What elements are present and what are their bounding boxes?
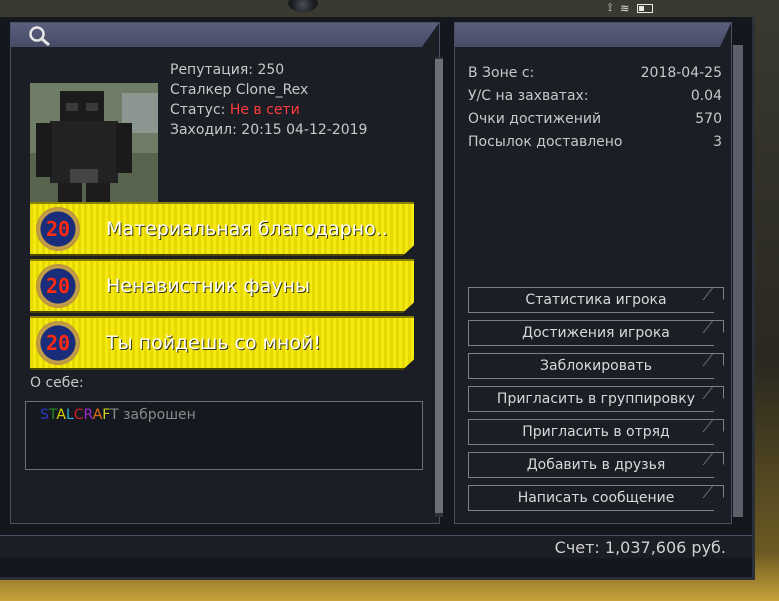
stalcraft-logo: STALCRAFT xyxy=(40,407,119,423)
scrollbar-thumb[interactable] xyxy=(435,59,443,513)
medal-icon: 20 xyxy=(36,264,80,308)
stat-value: 2018-04-25 xyxy=(640,65,722,81)
signal-icon: ⟟ xyxy=(608,1,613,14)
about-label: О себе: xyxy=(30,375,84,391)
send-message-button[interactable]: Написать сообщение xyxy=(468,485,724,511)
about-textbox[interactable]: STALCRAFT заброшен xyxy=(25,401,423,470)
wifi-icon: ≋ xyxy=(620,1,630,15)
app-screen: Репутация: 250 Сталкер Clone_Rex Статус:… xyxy=(0,17,755,580)
player-stats-button[interactable]: Статистика игрока xyxy=(468,287,724,313)
add-friend-button[interactable]: Добавить в друзья xyxy=(468,452,724,478)
profile-scrollbar[interactable] xyxy=(435,57,443,517)
stat-label: Посылок доставлено xyxy=(468,134,623,150)
about-body: заброшен xyxy=(118,407,196,423)
battery-icon xyxy=(637,3,654,13)
profile-header-bar xyxy=(11,23,439,47)
device-frame: ⟟ ≋ Репутация: 250 Сталкер Clone_Rex Ста… xyxy=(0,0,779,601)
stat-achievement-points: Очки достижений 570 xyxy=(468,111,722,127)
achievement-title: Ты пойдешь со мной! xyxy=(106,332,321,354)
stats-scrollbar[interactable] xyxy=(733,45,743,517)
balance: Счет: 1,037,606 руб. xyxy=(554,538,726,557)
scrollbar-thumb[interactable] xyxy=(733,45,743,517)
invite-squad-button[interactable]: Пригласить в отряд xyxy=(468,419,724,445)
stat-label: Очки достижений xyxy=(468,111,602,127)
stat-parcels: Посылок доставлено 3 xyxy=(468,134,722,150)
invite-faction-button[interactable]: Пригласить в группировку xyxy=(468,386,724,412)
status-bar: ⟟ ≋ xyxy=(608,0,654,16)
status-badge: Не в сети xyxy=(229,102,300,118)
about-text: STALCRAFT заброшен xyxy=(40,407,196,423)
stat-value: 3 xyxy=(713,134,722,150)
stat-label: В Зоне с: xyxy=(468,65,535,81)
stat-kd-captures: У/С на захватах: 0.04 xyxy=(468,88,722,104)
last-seen: Заходил: 20:15 04-12-2019 xyxy=(170,122,368,138)
camera-icon xyxy=(288,0,318,12)
achievement-item[interactable]: 20 Ты пойдешь со мной! xyxy=(30,316,414,370)
achievement-title: Ненавистник фауны xyxy=(106,275,310,297)
stat-label: У/С на захватах: xyxy=(468,88,589,104)
achievement-item[interactable]: 20 Ненавистник фауны xyxy=(30,259,414,313)
status-line: Статус: Не в сети xyxy=(170,102,300,118)
avatar xyxy=(30,83,158,209)
block-button[interactable]: Заблокировать xyxy=(468,353,724,379)
player-achievements-button[interactable]: Достижения игрока xyxy=(468,320,724,346)
stat-value: 570 xyxy=(695,111,722,127)
search-icon[interactable] xyxy=(27,24,53,48)
stat-value: 0.04 xyxy=(690,88,722,104)
status-label: Статус: xyxy=(170,102,226,118)
stat-zone-since: В Зоне с: 2018-04-25 xyxy=(468,65,722,81)
reputation: Репутация: 250 xyxy=(170,62,285,78)
footer-bar: Счет: 1,037,606 руб. xyxy=(0,535,752,558)
achievement-item[interactable]: 20 Материальная благодарно.. xyxy=(30,202,414,256)
medal-icon: 20 xyxy=(36,207,80,251)
achievement-title: Материальная благодарно.. xyxy=(106,218,388,240)
medal-icon: 20 xyxy=(36,321,80,365)
stalker-name: Сталкер Clone_Rex xyxy=(170,82,309,98)
stats-header-bar xyxy=(455,23,731,47)
